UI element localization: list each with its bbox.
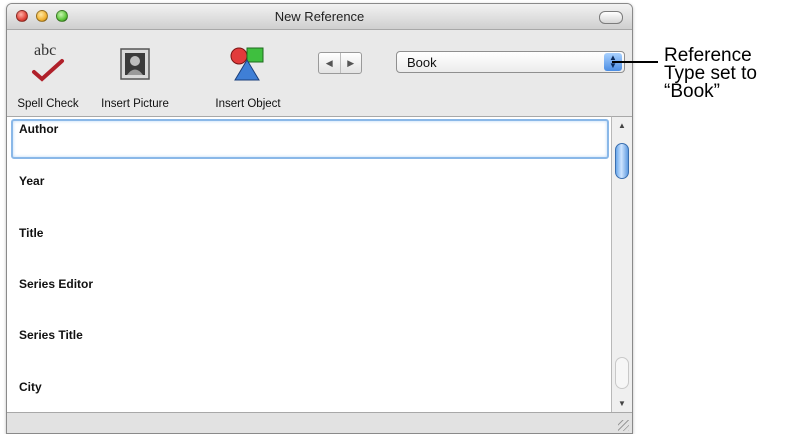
scroll-up-icon[interactable]: ▲ (612, 121, 632, 130)
spell-check-button[interactable]: abc Spell Check (12, 40, 84, 110)
field-label: Series Title (19, 328, 83, 342)
field-author[interactable]: Author (7, 117, 611, 169)
record-navigation: ◀ ▶ (318, 52, 362, 74)
insert-object-button[interactable]: Insert Object (203, 40, 293, 110)
reference-type-value: Book (407, 55, 437, 70)
field-label: Title (19, 226, 44, 240)
scroll-thumb[interactable] (615, 143, 629, 179)
picture-icon (87, 40, 183, 84)
toolbar-toggle-button[interactable] (599, 11, 623, 24)
insert-picture-button[interactable]: Insert Picture (87, 40, 183, 110)
field-series-title[interactable]: Series Title (7, 323, 611, 375)
spell-check-icon: abc (12, 40, 84, 84)
window-title: New Reference (274, 9, 365, 24)
reference-type-select[interactable]: Book ▲ ▼ (396, 51, 625, 73)
field-label: Year (19, 174, 45, 188)
new-reference-window: New Reference abc Spell Check Insert Pic… (6, 3, 633, 434)
checkmark-icon (32, 59, 64, 82)
callout-line-3: “Book” (664, 81, 720, 102)
scroll-down-icon[interactable]: ▼ (612, 399, 632, 408)
callout-annotation: Reference Type set to “Book” (664, 46, 757, 102)
scroll-track-end (615, 357, 629, 389)
field-title[interactable]: Title (7, 221, 611, 273)
vertical-scrollbar[interactable]: ▲ ▼ (611, 116, 632, 412)
field-label: City (19, 380, 42, 394)
reference-fields: Author Year Title Series Editor Series T… (7, 116, 611, 413)
next-arrow-icon[interactable]: ▶ (341, 53, 362, 73)
callout-line (612, 61, 658, 63)
toolbar: abc Spell Check Insert Picture Insert Ob… (7, 30, 632, 116)
author-input[interactable] (11, 119, 609, 159)
field-label: Series Editor (19, 277, 94, 291)
status-bar (7, 412, 632, 433)
field-label: Author (19, 122, 59, 136)
resize-grip-icon[interactable] (618, 420, 629, 431)
previous-arrow-icon[interactable]: ◀ (319, 53, 341, 73)
insert-picture-label: Insert Picture (101, 98, 169, 110)
shapes-icon (203, 40, 293, 84)
field-year[interactable]: Year (7, 169, 611, 221)
title-bar[interactable]: New Reference (7, 4, 632, 30)
spell-check-label: Spell Check (17, 98, 79, 110)
insert-object-label: Insert Object (215, 98, 281, 110)
field-series-editor[interactable]: Series Editor (7, 272, 611, 324)
